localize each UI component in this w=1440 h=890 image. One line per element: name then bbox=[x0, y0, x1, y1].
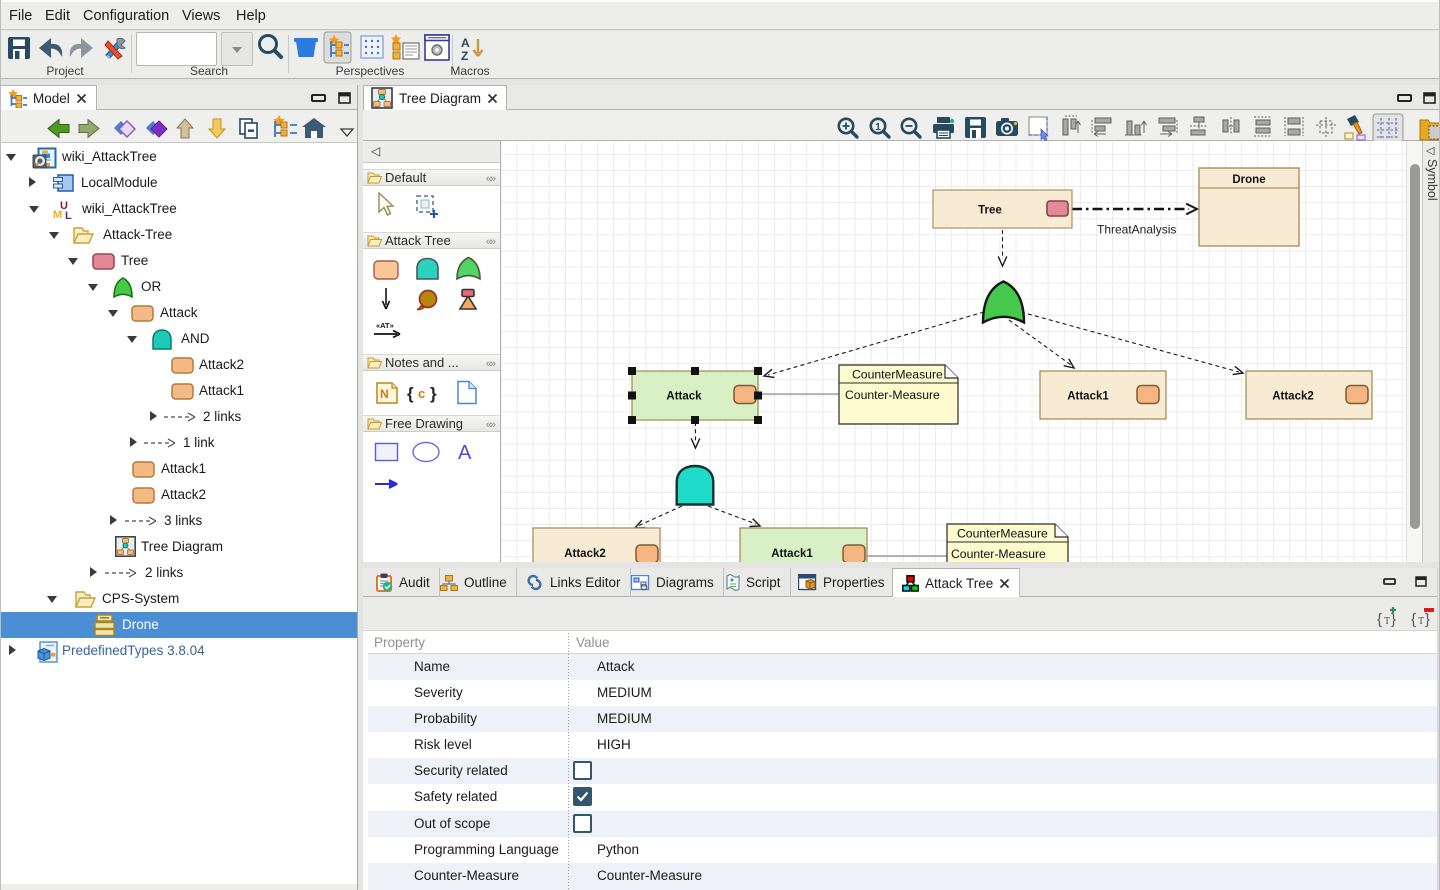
svg-text:CounterMeasure: CounterMeasure bbox=[957, 527, 1048, 541]
svg-text:N: N bbox=[380, 387, 389, 401]
svg-text:Attack: Attack bbox=[666, 391, 702, 403]
svg-text:T: T bbox=[1384, 616, 1390, 627]
svg-text:A: A bbox=[461, 36, 470, 50]
svg-text:Z: Z bbox=[461, 49, 468, 63]
svg-text:CounterMeasure: CounterMeasure bbox=[852, 368, 943, 382]
svg-text:A: A bbox=[458, 442, 472, 464]
svg-text:T: T bbox=[1418, 616, 1424, 627]
svg-text:Counter-Measure: Counter-Measure bbox=[951, 547, 1046, 561]
svg-text:Attack1: Attack1 bbox=[1067, 391, 1109, 403]
svg-text:Attack1: Attack1 bbox=[771, 548, 813, 560]
svg-text:{: { bbox=[1411, 611, 1416, 628]
svg-text:Attack2: Attack2 bbox=[1272, 391, 1314, 403]
svg-text:}: } bbox=[1391, 611, 1396, 628]
svg-text:1: 1 bbox=[875, 122, 881, 133]
svg-text:Drone: Drone bbox=[1232, 174, 1265, 186]
svg-text:{: { bbox=[407, 384, 414, 403]
svg-text:}: } bbox=[1425, 611, 1430, 628]
svg-text:M: M bbox=[53, 209, 62, 221]
svg-text:L: L bbox=[65, 210, 72, 221]
svg-text:ThreatAnalysis: ThreatAnalysis bbox=[1097, 223, 1176, 237]
svg-text:}: } bbox=[430, 384, 437, 403]
svg-text:Tree: Tree bbox=[978, 205, 1002, 217]
svg-text:«AT»: «AT» bbox=[376, 321, 394, 330]
svg-text:Counter-Measure: Counter-Measure bbox=[845, 388, 940, 402]
svg-text:c: c bbox=[418, 386, 425, 401]
svg-text:{: { bbox=[1377, 611, 1382, 628]
svg-text:Attack2: Attack2 bbox=[564, 548, 606, 560]
